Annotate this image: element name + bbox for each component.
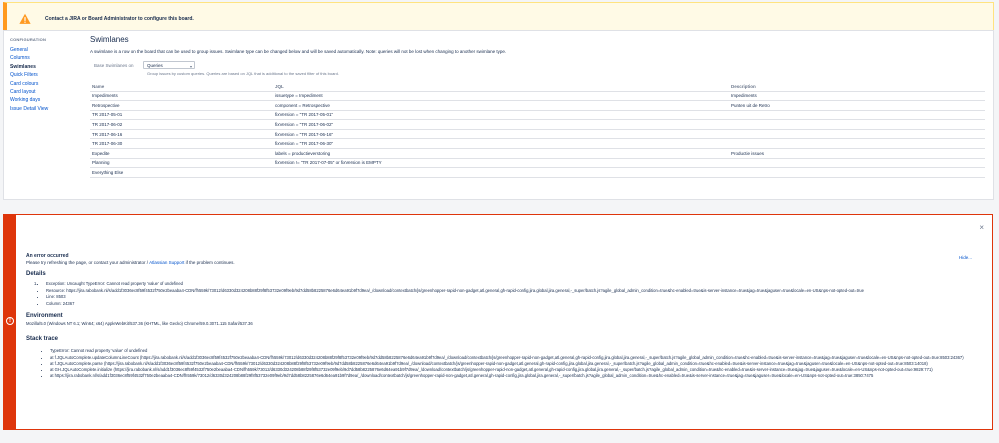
stack-trace-line: at GH.JQLAutoComplete.initialize (https:… — [50, 367, 981, 372]
configuration-sidebar: CONFIGURATION General Columns Swimlanes … — [10, 37, 80, 113]
table-row: Impediments issuetype = Impediment Imped… — [90, 91, 985, 102]
swimlane-name: Impediments — [90, 91, 275, 102]
swimlane-jql: issuetype = Impediment — [275, 91, 731, 102]
swimlanes-description: A swimlane is a row on the board that ca… — [90, 49, 507, 54]
swimlane-description: Productie issues — [731, 148, 985, 159]
swimlane-jql — [275, 167, 731, 178]
sidebar-item-issue-detail-view[interactable]: Issue Detail View — [10, 105, 80, 113]
details-resource: Resource: https://jira.rabobank.nl/s/add… — [46, 288, 864, 293]
stack-trace-line: at f.JQLAutoComplete.updateColumnLineCou… — [50, 355, 981, 360]
page-title: Swimlanes — [90, 35, 129, 44]
board-configuration-panel: CONFIGURATION General Columns Swimlanes … — [3, 30, 994, 200]
swimlane-description: Impediments — [731, 91, 985, 102]
table-row: TR 2017-06-16 fixVersion = "TR 2017-06-1… — [90, 129, 985, 140]
details-list: 1. Exception: Uncaught TypeError: Cannot… — [26, 281, 981, 307]
sidebar-item-quick-filters[interactable]: Quick Filters — [10, 71, 80, 79]
error-icon: ! — [6, 317, 14, 325]
error-subtitle: Please try refreshing the page, or conta… — [26, 260, 981, 265]
environment-heading: Environment — [26, 313, 63, 320]
swimlane-description: Punten uit de Retro — [731, 100, 985, 111]
base-swimlanes-value: Queries — [147, 62, 163, 68]
sidebar-item-general[interactable]: General — [10, 46, 80, 54]
swimlane-description — [731, 129, 985, 140]
close-icon[interactable]: × — [979, 223, 984, 232]
table-header-row: Name JQL Description — [90, 83, 985, 92]
stack-trace-line: at https://jira.rabobank.nl/s/add1f3036e… — [50, 373, 981, 378]
table-row: TR 2017-06-30 fixVersion = "TR 2017-06-3… — [90, 138, 985, 150]
atlassian-support-link[interactable]: Atlassian Support — [149, 260, 184, 265]
table-row: TR 2017-06-02 fixVersion = "TR 2017-06-0… — [90, 119, 985, 130]
swimlane-name: TR 2017-06-02 — [90, 119, 275, 130]
stack-trace-list: TypeError: Cannot read property 'value' … — [50, 348, 981, 378]
swimlane-jql: component = Retrospective — [275, 100, 731, 111]
swimlane-name: TR 2017-06-30 — [90, 138, 275, 150]
swimlane-jql: fixVersion = "TR 2017-06-30" — [275, 138, 731, 150]
column-header-description: Description — [731, 83, 985, 92]
details-exception: Exception: Uncaught TypeError: Cannot re… — [46, 281, 864, 286]
swimlane-name: TR 2017-06-16 — [90, 129, 275, 140]
sidebar-item-swimlanes[interactable]: Swimlanes — [10, 63, 80, 71]
details-heading: Details — [26, 271, 46, 277]
error-accent-bar: ! — [4, 215, 16, 429]
swimlane-description — [731, 138, 985, 150]
column-header-jql: JQL — [275, 83, 731, 92]
swimlane-name: Expedite — [90, 148, 275, 159]
swimlanes-table: Name JQL Description Impediments issuety… — [90, 83, 985, 178]
swimlane-description — [731, 158, 985, 169]
sidebar-item-card-layout[interactable]: Card layout — [10, 88, 80, 96]
error-message-panel: ! × Hide... An error occurred Please try… — [3, 214, 993, 430]
swimlane-jql: labels = productieverstoring — [275, 148, 731, 159]
swimlane-description — [731, 110, 985, 121]
base-swimlanes-row: Base Swimlanes on Queries ▾ — [90, 61, 990, 69]
warning-message: Contact a JIRA or Board Administrator to… — [45, 16, 194, 22]
swimlane-name: Planning — [90, 158, 275, 169]
sidebar-item-working-days[interactable]: Working days — [10, 96, 80, 104]
sidebar-item-card-colours[interactable]: Card colours — [10, 80, 80, 88]
table-row: TR 2017-05-01 fixVersion = "TR 2017-05-0… — [90, 110, 985, 121]
swimlane-jql: fixVersion != "TR 2017-07-05" or fixVers… — [275, 158, 731, 169]
swimlane-name: Retrospective — [90, 100, 275, 111]
warning-icon — [15, 9, 35, 29]
swimlanes-content: Swimlanes A swimlane is a row on the boa… — [90, 34, 990, 178]
swimlane-jql: fixVersion = "TR 2017-05-01" — [275, 110, 731, 121]
error-body: An error occurred Please try refreshing … — [26, 253, 981, 379]
base-swimlanes-label: Base Swimlanes on — [94, 62, 134, 68]
swimlane-description — [731, 119, 985, 130]
table-row: Retrospective component = Retrospective … — [90, 100, 985, 111]
base-swimlanes-hint: Group issues by custom queries. Queries … — [147, 71, 339, 76]
sidebar-item-columns[interactable]: Columns — [10, 54, 80, 62]
stack-trace-line: at f.JQLAutoComplete.parse (https://jira… — [50, 361, 981, 366]
table-row: Planning fixVersion != "TR 2017-07-05" o… — [90, 158, 985, 169]
details-column: Column: 24367 — [46, 301, 864, 306]
error-title: An error occurred — [26, 253, 69, 259]
stack-trace-line: TypeError: Cannot read property 'value' … — [50, 348, 981, 353]
environment-value: Mozilla/5.0 (Windows NT 6.1; Win64; x64)… — [26, 321, 253, 327]
sidebar-heading: CONFIGURATION — [10, 37, 47, 42]
column-header-name: Name — [90, 83, 275, 92]
details-line: Line: 8503 — [46, 294, 864, 299]
swimlane-jql: fixVersion = "TR 2017-06-02" — [275, 119, 731, 130]
error-subtitle-suffix: if the problem continues. — [184, 260, 235, 265]
error-subtitle-prefix: Please try refreshing the page, or conta… — [26, 260, 150, 265]
base-swimlanes-select[interactable]: Queries ▾ — [143, 61, 195, 69]
table-row: Expedite labels = productieverstoring Pr… — [90, 148, 985, 159]
swimlane-name: Everything Else — [90, 167, 275, 178]
chevron-down-icon: ▾ — [189, 64, 192, 69]
swimlane-name: TR 2017-05-01 — [90, 110, 275, 121]
stack-trace-heading: Stack trace — [26, 336, 59, 343]
swimlane-description — [731, 167, 985, 178]
swimlane-jql: fixVersion = "TR 2017-06-16" — [275, 129, 731, 140]
table-row: Everything Else — [90, 167, 985, 178]
